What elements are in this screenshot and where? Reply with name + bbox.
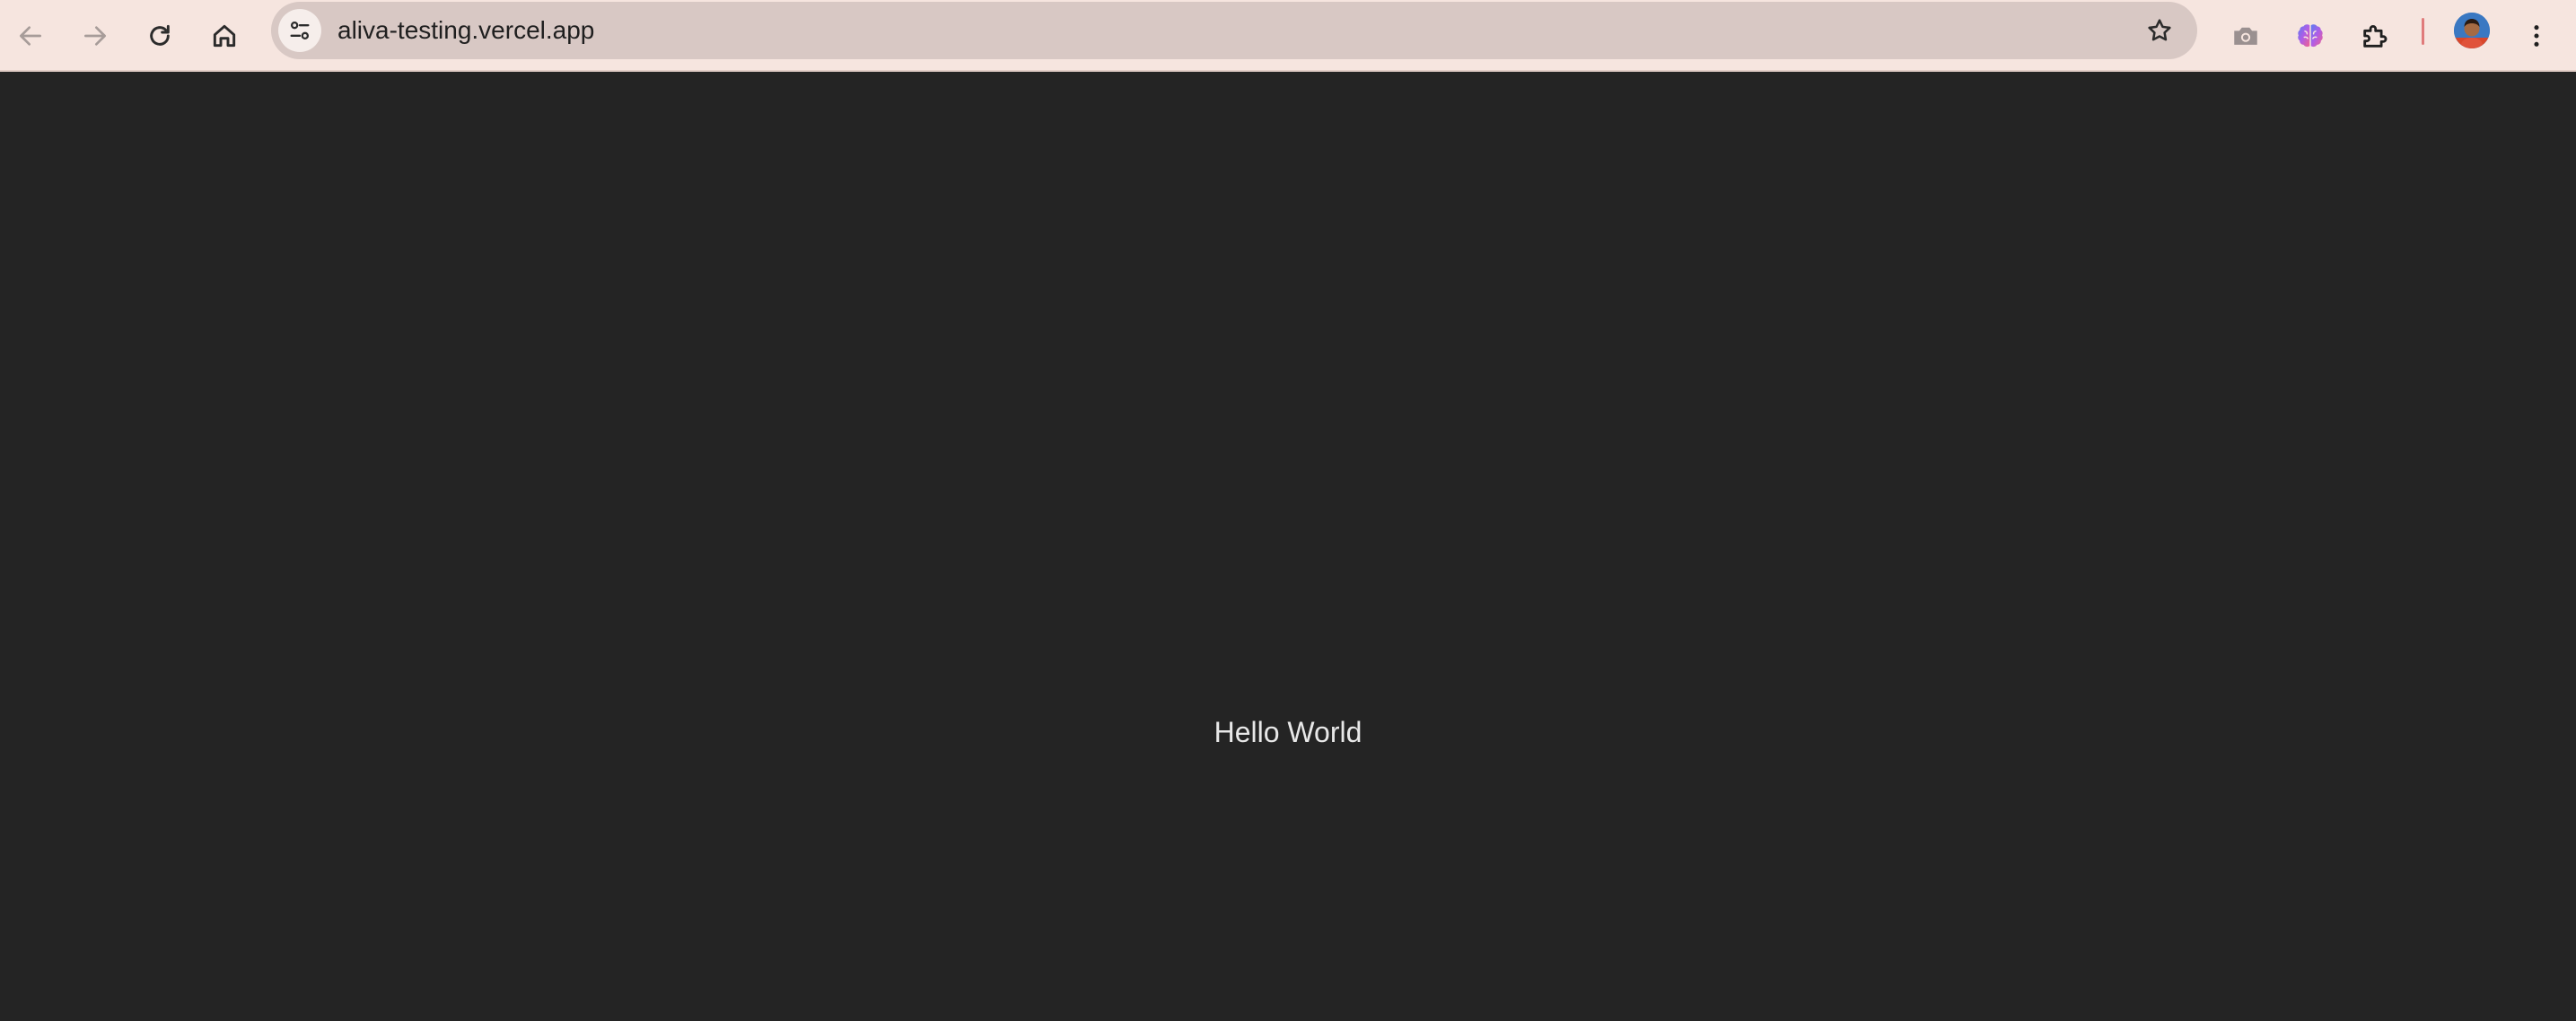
bookmark-button[interactable] xyxy=(2134,5,2185,56)
url-text[interactable]: aliva-testing.vercel.app xyxy=(337,2,594,59)
browser-toolbar: aliva-testing.vercel.app xyxy=(0,0,2576,72)
arrow-left-icon xyxy=(20,26,41,46)
brain-extension-button[interactable] xyxy=(2285,11,2335,61)
profile-avatar-image xyxy=(2454,13,2490,48)
puzzle-icon xyxy=(2363,25,2388,48)
brain-icon xyxy=(2298,24,2323,48)
forward-button[interactable] xyxy=(70,11,120,61)
screenshot-extension-button[interactable] xyxy=(2221,11,2271,61)
home-icon xyxy=(213,24,236,48)
back-button[interactable] xyxy=(5,11,56,61)
page-content xyxy=(0,72,2576,1021)
hello-world-text: Hello World xyxy=(1214,716,1362,748)
arrow-right-icon xyxy=(84,26,106,46)
reload-icon xyxy=(150,24,170,46)
kebab-menu-icon xyxy=(2534,25,2539,47)
browser-menu-button[interactable] xyxy=(2511,11,2562,61)
address-bar[interactable]: aliva-testing.vercel.app xyxy=(271,2,2197,59)
reload-button[interactable] xyxy=(135,11,185,61)
site-info-button[interactable] xyxy=(278,9,321,52)
home-button[interactable] xyxy=(199,11,250,61)
camera-icon xyxy=(2234,27,2257,45)
toolbar-divider xyxy=(2422,18,2424,45)
avatar[interactable] xyxy=(2454,13,2490,48)
star-icon xyxy=(2148,19,2171,41)
extensions-button[interactable] xyxy=(2350,11,2400,61)
tune-icon xyxy=(290,21,310,40)
